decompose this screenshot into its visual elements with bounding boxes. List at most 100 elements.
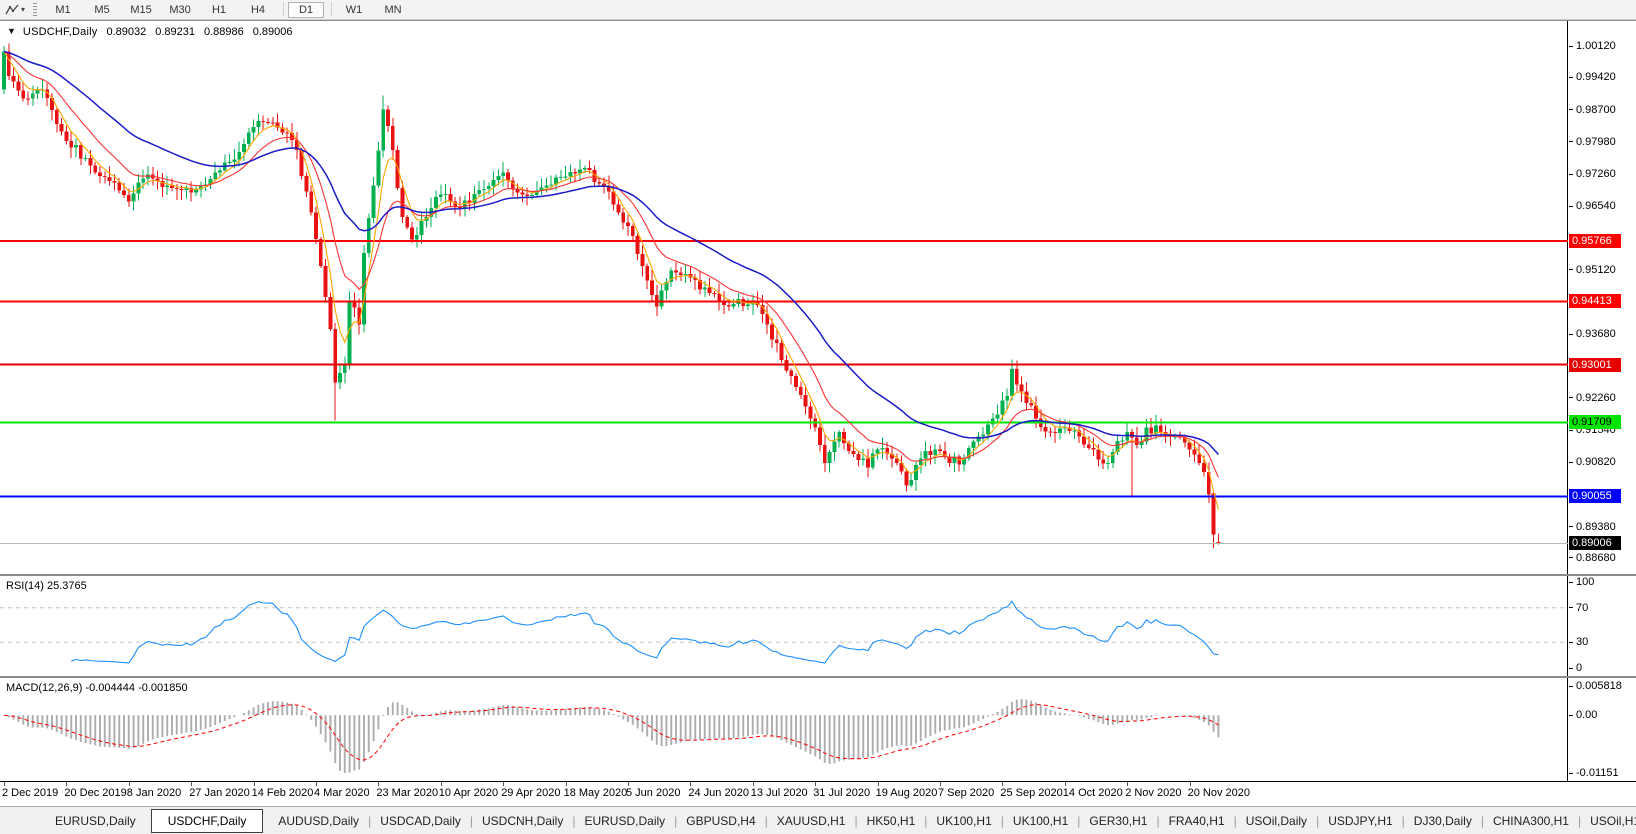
current-price-label: 0.89006 [1569, 536, 1621, 550]
date-label: 5 Jun 2020 [626, 787, 680, 799]
timeframe-button-mn[interactable]: MN [375, 2, 411, 18]
price-tick-label: 0.89380 [1576, 522, 1616, 533]
price-tick-label: 0.97260 [1576, 169, 1616, 180]
rsi-tick-mark [1569, 607, 1573, 608]
timeframe-button-h1[interactable]: H1 [201, 2, 237, 18]
price-tick-mark [1569, 109, 1573, 110]
date-tick-mark [1127, 782, 1128, 786]
rsi-axis[interactable]: 10070300 [1569, 576, 1636, 676]
timeframe-button-d1[interactable]: D1 [288, 2, 324, 18]
dropdown-caret-icon[interactable]: ▾ [21, 5, 25, 14]
crosshair-tool-icon[interactable] [4, 3, 20, 17]
chart-tab-uk100-h1[interactable]: UK100,H1 [927, 814, 1000, 828]
price-tick-mark [1569, 46, 1573, 47]
date-label: 7 Sep 2020 [938, 787, 994, 799]
chart-tab-china300-h1[interactable]: CHINA300,H1 [1484, 814, 1578, 828]
chart-tab-bar: EURUSD,DailyUSDCHF,DailyAUDUSD,Daily|USD… [0, 806, 1636, 834]
date-tick-mark [753, 782, 754, 786]
macd-tick-mark [1569, 715, 1573, 716]
price-tick-mark [1569, 334, 1573, 335]
date-tick-mark [66, 782, 67, 786]
chart-tab-eurusd-daily[interactable]: EURUSD,Daily [575, 814, 674, 828]
timeframe-button-w1[interactable]: W1 [336, 2, 372, 18]
rsi-canvas[interactable] [0, 576, 1568, 676]
date-tick-mark [1065, 782, 1066, 786]
chart-tab-xauusd-h1[interactable]: XAUUSD,H1 [768, 814, 855, 828]
toolbar-grip[interactable] [33, 3, 37, 17]
chart-tab-uk100-h1[interactable]: UK100,H1 [1004, 814, 1077, 828]
date-tick-mark [191, 782, 192, 786]
chart-tab-eurusd-daily[interactable]: EURUSD,Daily [46, 814, 145, 828]
macd-tick-mark [1569, 686, 1573, 687]
price-tick-label: 0.95120 [1576, 265, 1616, 276]
date-label: 20 Dec 2019 [64, 787, 126, 799]
chart-tab-usdchf-daily[interactable]: USDCHF,Daily [151, 809, 264, 833]
date-label: 27 Jan 2020 [189, 787, 250, 799]
price-axis[interactable]: 1.001200.994200.987000.979800.972600.965… [1569, 21, 1636, 574]
price-tick-mark [1569, 526, 1573, 527]
date-label: 25 Sep 2020 [1000, 787, 1062, 799]
price-tick-mark [1569, 174, 1573, 175]
date-label: 29 Apr 2020 [501, 787, 560, 799]
date-label: 2 Nov 2020 [1125, 787, 1181, 799]
price-tick-mark [1569, 141, 1573, 142]
date-tick-mark [940, 782, 941, 786]
chart-symbol-label: USDCHF,Daily [23, 26, 98, 38]
rsi-tick-label: 100 [1576, 577, 1594, 588]
price-tick-mark [1569, 557, 1573, 558]
macd-tick-label: 0.005818 [1576, 681, 1622, 692]
macd-label: MACD(12,26,9) -0.004444 -0.001850 [6, 682, 188, 694]
ohlc-close: 0.89006 [253, 26, 293, 38]
price-tick-label: 0.97980 [1576, 137, 1616, 148]
chart-tab-usdcnh-daily[interactable]: USDCNH,Daily [473, 814, 572, 828]
price-tick-label: 0.90820 [1576, 457, 1616, 468]
chart-tab-ger30-h1[interactable]: GER30,H1 [1080, 814, 1156, 828]
chart-tab-audusd-daily[interactable]: AUDUSD,Daily [269, 814, 368, 828]
chart-tab-gbpusd-h4[interactable]: GBPUSD,H4 [677, 814, 764, 828]
chart-tab-usdjpy-h1[interactable]: USDJPY,H1 [1319, 814, 1401, 828]
price-tick-mark [1569, 462, 1573, 463]
rsi-tick-mark [1569, 668, 1573, 669]
date-tick-mark [4, 782, 5, 786]
date-tick-mark [441, 782, 442, 786]
price-tick-label: 0.88680 [1576, 553, 1616, 564]
price-tick-mark [1569, 397, 1573, 398]
date-tick-mark [566, 782, 567, 786]
timeframe-button-m15[interactable]: M15 [123, 2, 159, 18]
date-axis[interactable]: 2 Dec 2019 20 Dec 20198 Jan 2020 27 Jan 20… [0, 782, 1636, 804]
rsi-panel: RSI(14) 25.3765 10070300 [0, 576, 1636, 678]
timeframe-button-m5[interactable]: M5 [84, 2, 120, 18]
date-label: 13 Jul 2020 [751, 787, 808, 799]
level-price-label: 0.95766 [1569, 234, 1621, 248]
chart-tab-hk50-h1[interactable]: HK50,H1 [858, 814, 925, 828]
chart-tab-usoil-daily[interactable]: USOil,Daily [1237, 814, 1316, 828]
chart-tab-dj30-daily[interactable]: DJ30,Daily [1405, 814, 1481, 828]
trading-platform-window: ▾ M1M5M15M30H1H4 D1 W1MN ▼ USDCHF,Daily 0.… [0, 0, 1636, 834]
chart-tab-fra40-h1[interactable]: FRA40,H1 [1160, 814, 1234, 828]
macd-tick-label: 0.00 [1576, 710, 1597, 721]
date-label: 10 Apr 2020 [439, 787, 498, 799]
price-tick-mark [1569, 77, 1573, 78]
date-tick-mark [628, 782, 629, 786]
date-tick-mark [690, 782, 691, 786]
timeframe-button-m1[interactable]: M1 [45, 2, 81, 18]
date-label: 8 Jan 2020 [127, 787, 181, 799]
date-label: 2 Dec 2019 [2, 787, 58, 799]
price-chart-canvas[interactable] [0, 21, 1568, 574]
chart-tab-usdcad-daily[interactable]: USDCAD,Daily [371, 814, 470, 828]
date-label: 14 Feb 2020 [252, 787, 314, 799]
price-tick-label: 0.98700 [1576, 105, 1616, 116]
timeframe-button-m30[interactable]: M30 [162, 2, 198, 18]
date-label: 18 May 2020 [564, 787, 628, 799]
rsi-tick-mark [1569, 642, 1573, 643]
macd-tick-mark [1569, 773, 1573, 774]
ohlc-low: 0.88986 [204, 26, 244, 38]
price-tick-mark [1569, 206, 1573, 207]
chart-tab-usoil-h1[interactable]: USOil,H1 [1581, 814, 1636, 828]
macd-canvas[interactable] [0, 678, 1568, 781]
timeframe-button-h4[interactable]: H4 [240, 2, 276, 18]
macd-tick-label: -0.01151 [1576, 768, 1619, 779]
ohlc-high: 0.89231 [155, 26, 195, 38]
collapse-panel-icon[interactable]: ▼ [7, 26, 16, 38]
macd-axis[interactable]: 0.005818 0.00 -0.01151 [1569, 678, 1636, 781]
